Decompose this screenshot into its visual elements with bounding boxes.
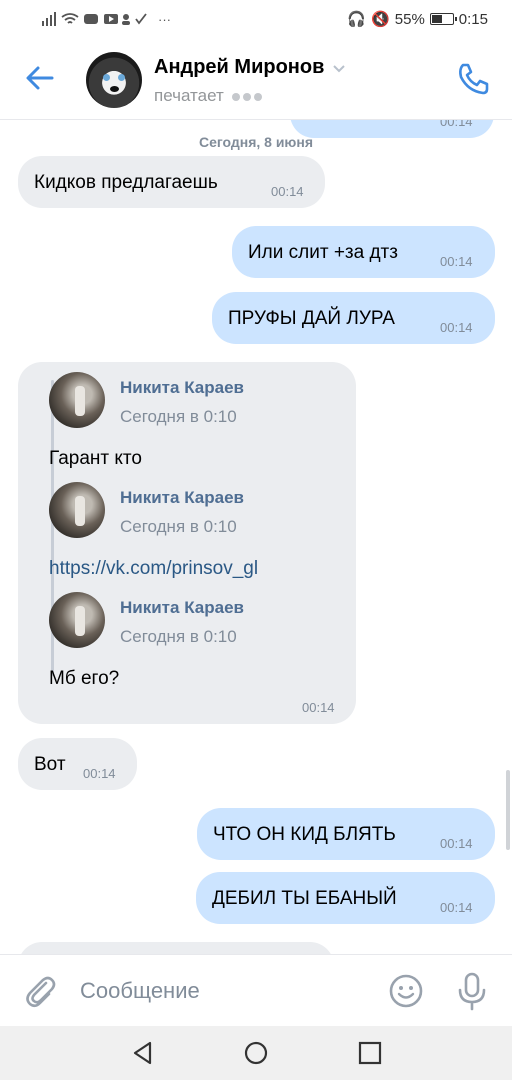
- forward-text: Гарант кто: [49, 448, 142, 469]
- message-bubble-outgoing[interactable]: ЧТО ОН КИД БЛЯТЬ 00:14: [197, 808, 495, 860]
- battery-percent: 55%: [394, 10, 425, 28]
- system-navigation-bar: [0, 1026, 512, 1080]
- chevron-down-icon: [333, 64, 346, 72]
- forward-author-avatar[interactable]: [49, 372, 105, 428]
- avatar-eye: [103, 74, 110, 81]
- message-time: 00:14: [440, 320, 473, 335]
- message-bubble-outgoing[interactable]: ПРУФЫ ДАЙ ЛУРА 00:14: [212, 292, 495, 344]
- avatar-eye: [118, 74, 125, 81]
- message-text: ДЕБИЛ ТЫ ЕБАНЫЙ: [212, 888, 397, 909]
- message-time: 00:14: [440, 900, 473, 915]
- message-bubble-forwarded[interactable]: Никита Караев Сегодня в 0:10 Гарант кто …: [18, 362, 356, 724]
- nav-home-icon[interactable]: [241, 1038, 271, 1068]
- typing-status: печатает: [154, 86, 265, 106]
- forward-date: Сегодня в 0:10: [120, 407, 237, 426]
- message-time: 00:14: [271, 184, 304, 199]
- forward-text: Мб его?: [49, 668, 120, 689]
- message-composer: [0, 954, 512, 1026]
- microphone-icon[interactable]: [454, 971, 490, 1011]
- forward-author-name[interactable]: Никита Караев: [120, 598, 244, 618]
- message-bubble-incoming-partial[interactable]: [18, 942, 334, 954]
- message-bubble-incoming[interactable]: Вот 00:14: [18, 738, 137, 790]
- battery-icon: [429, 13, 457, 25]
- forward-author-avatar[interactable]: [49, 592, 105, 648]
- message-time: 00:14: [302, 700, 335, 715]
- contact-name-text: Андрей Миронов: [154, 56, 325, 78]
- message-text: ПРУФЫ ДАЙ ЛУРА: [228, 308, 395, 329]
- forward-date: Сегодня в 0:10: [120, 517, 237, 536]
- contact-name[interactable]: Андрей Миронов: [154, 56, 346, 79]
- phone-icon[interactable]: [454, 60, 492, 98]
- emoji-icon[interactable]: [388, 973, 424, 1009]
- mute-icon: 🔇: [371, 11, 390, 28]
- status-bar: ··· 🎧 🔇 55% 0:15: [0, 0, 512, 38]
- message-text: Вот: [34, 754, 66, 775]
- signal-wifi-icons: [42, 12, 147, 26]
- message-text: Кидков предлагаешь: [34, 172, 218, 193]
- scrollbar[interactable]: [506, 770, 510, 850]
- message-text: ЧТО ОН КИД БЛЯТЬ: [213, 824, 396, 845]
- message-time: 00:14: [440, 120, 473, 129]
- message-text: Или слит +за дтз: [248, 242, 398, 263]
- nav-recents-icon[interactable]: [355, 1038, 385, 1068]
- message-time: 00:14: [440, 254, 473, 269]
- nav-back-icon[interactable]: [128, 1038, 158, 1068]
- forward-date: Сегодня в 0:10: [120, 627, 237, 646]
- message-input[interactable]: [80, 973, 370, 1009]
- avatar-nose: [110, 86, 119, 92]
- more-notifications-icon: ···: [158, 11, 171, 27]
- message-time: 00:14: [83, 766, 116, 781]
- back-arrow-icon[interactable]: [22, 60, 58, 96]
- forward-author-avatar[interactable]: [49, 482, 105, 538]
- forward-author-name[interactable]: Никита Караев: [120, 378, 244, 398]
- status-notification-icons: ···: [42, 11, 171, 27]
- avatar[interactable]: [86, 52, 142, 108]
- date-separator: Сегодня, 8 июня: [198, 134, 314, 150]
- chat-header: Андрей Миронов печатает: [0, 38, 512, 120]
- message-list[interactable]: 00:14 Сегодня, 8 июня Кидков предлагаешь…: [0, 120, 512, 954]
- message-bubble-incoming[interactable]: Кидков предлагаешь 00:14: [18, 156, 325, 208]
- headphones-icon: 🎧: [347, 11, 367, 28]
- forward-author-name[interactable]: Никита Караев: [120, 488, 244, 508]
- message-bubble-outgoing[interactable]: Или слит +за дтз 00:14: [232, 226, 495, 278]
- typing-dots-icon: [231, 86, 265, 106]
- clock: 0:15: [458, 10, 488, 28]
- message-bubble-outgoing[interactable]: ДЕБИЛ ТЫ ЕБАНЫЙ 00:14: [196, 872, 495, 924]
- forward-link[interactable]: https://vk.com/prinsov_gl: [49, 558, 258, 580]
- message-time: 00:14: [440, 836, 473, 851]
- paperclip-icon[interactable]: [22, 973, 58, 1009]
- typing-text: печатает: [154, 86, 224, 105]
